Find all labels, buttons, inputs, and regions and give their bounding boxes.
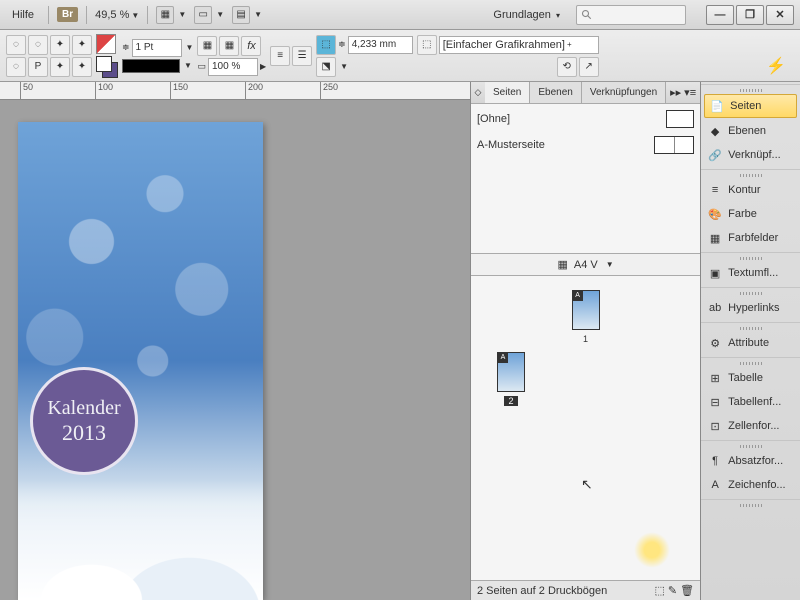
ruler-horizontal: 50 100 150 200 250 [0, 82, 470, 100]
master-none[interactable]: [Ohne] [477, 110, 694, 128]
workspace-switcher[interactable]: Grundlagen ▾ [493, 9, 560, 21]
help-menu[interactable]: Hilfe [6, 7, 40, 23]
align-icon[interactable]: ☰ [292, 46, 312, 66]
charfmt-icon: A [707, 477, 723, 493]
dock-attribute[interactable]: ⚙Attribute [701, 331, 800, 355]
dock-tabelle[interactable]: ⊞Tabelle [701, 366, 800, 390]
arrange-icon[interactable]: ▤ [232, 6, 250, 24]
expand-icon[interactable]: ▸▸ [670, 86, 681, 99]
align-icon[interactable]: ≡ [270, 46, 290, 66]
dock-farbe[interactable]: 🎨Farbe [701, 202, 800, 226]
tab-ebenen[interactable]: Ebenen [530, 82, 581, 103]
attributes-icon: ⚙ [707, 335, 723, 351]
tool-icon[interactable]: ◌ [6, 57, 26, 77]
frame-fit-icon[interactable]: ⬚ [316, 35, 336, 55]
search-input[interactable] [576, 5, 686, 25]
tool-icon[interactable]: ✦ [50, 57, 70, 77]
dock-zellenformat[interactable]: ⊡Zellenfor... [701, 414, 800, 438]
tab-verknuepfungen[interactable]: Verknüpfungen [582, 82, 666, 103]
search-icon [581, 9, 593, 21]
dock-textumfluss[interactable]: ▣Textumfl... [701, 261, 800, 285]
document-page[interactable]: Kalender 2013 [18, 122, 263, 600]
highlight-dot [634, 532, 670, 568]
view-mode-icon[interactable]: ▦ [156, 6, 174, 24]
corner-icon[interactable]: ⬔ [316, 57, 336, 77]
layers-icon: ◆ [707, 123, 723, 139]
measure-input[interactable]: 4,233 mm [348, 36, 413, 54]
tablefmt-icon: ⊟ [707, 394, 723, 410]
dock-kontur[interactable]: ≡Kontur [701, 178, 800, 202]
fx-icon[interactable]: ▦ [197, 36, 217, 56]
dock-farbfelder[interactable]: ▦Farbfelder [701, 226, 800, 250]
dock-ebenen[interactable]: ◆Ebenen [701, 119, 800, 143]
dock-seiten[interactable]: 📄Seiten [704, 94, 797, 118]
opacity-input[interactable]: 100 % [208, 58, 258, 76]
tool-icon[interactable]: ✦ [72, 35, 92, 55]
color-icon: 🎨 [707, 206, 723, 222]
fx-icon[interactable]: fx [241, 36, 261, 56]
fx-icon[interactable]: ▦ [219, 36, 239, 56]
menubar: Hilfe Br 49,5 %▼ ▦▼ ▭▼ ▤▼ Grundlagen ▾ —… [0, 0, 800, 30]
dock-zeichenformat[interactable]: AZeichenfo... [701, 473, 800, 497]
page-thumb-2[interactable]: A [497, 352, 525, 392]
pages-icon: 📄 [709, 98, 725, 114]
fill-stroke-swatch[interactable] [96, 56, 118, 78]
collapse-icon[interactable]: ◇ [471, 82, 485, 103]
stroke-icon: ≡ [707, 182, 723, 198]
panel-status: 2 Seiten auf 2 Druckbögen⬚ ✎ 🗑 [471, 580, 700, 600]
table-icon: ⊞ [707, 370, 723, 386]
misc-icon[interactable]: ⟲ [557, 57, 577, 77]
stroke-weight[interactable]: 1 Pt [132, 39, 182, 57]
pages-panel: ◇ Seiten Ebenen Verknüpfungen ▸▸▾≡ [Ohne… [470, 82, 700, 600]
cellfmt-icon: ⊡ [707, 418, 723, 434]
panel-menu-icon[interactable]: ▾≡ [684, 86, 696, 99]
stroke-style[interactable] [122, 59, 180, 73]
links-icon: 🔗 [707, 147, 723, 163]
dock-verknuepfungen[interactable]: 🔗Verknüpf... [701, 143, 800, 167]
maximize-button[interactable]: ❐ [736, 5, 764, 25]
close-button[interactable]: ✕ [766, 5, 794, 25]
page-thumb-1[interactable]: A [572, 290, 600, 330]
zoom-level[interactable]: 49,5 %▼ [95, 9, 139, 21]
tool-icon[interactable]: ✦ [72, 57, 92, 77]
bolt-icon[interactable]: ⚡ [766, 56, 786, 76]
stroke-none-icon[interactable] [96, 34, 116, 54]
bridge-button[interactable]: Br [57, 7, 78, 22]
tool-icon[interactable]: ✦ [50, 35, 70, 55]
dock-hyperlinks[interactable]: abHyperlinks [701, 296, 800, 320]
screen-mode-icon[interactable]: ▭ [194, 6, 212, 24]
swatches-icon: ▦ [707, 230, 723, 246]
dock-tabellenformat[interactable]: ⊟Tabellenf... [701, 390, 800, 414]
cursor-icon: ↖ [581, 476, 593, 493]
calendar-circle: Kalender 2013 [30, 367, 138, 475]
object-style[interactable]: [Einfacher Grafikrahmen]+ [439, 36, 599, 54]
page-label: 1 [566, 334, 606, 344]
page-label-selected: 2 [504, 396, 518, 406]
panel-dock: 📄Seiten ◆Ebenen 🔗Verknüpf... ≡Kontur 🎨Fa… [700, 82, 800, 600]
hyperlink-icon: ab [707, 300, 723, 316]
control-toolbar: ◌◌✦✦ ◌P✦✦ ≑1 Pt▼ ▼ ▦▦fx ▭100 %▶ ≡☰ ⬚≑4,2… [0, 30, 800, 82]
style-icon[interactable]: ⬚ [417, 35, 437, 55]
canvas[interactable]: 50 100 150 200 250 Kalender 2013 [0, 82, 470, 600]
master-a[interactable]: A-Musterseite [477, 136, 694, 154]
misc-icon[interactable]: ↗ [579, 57, 599, 77]
parafmt-icon: ¶ [707, 453, 723, 469]
dock-absatzformat[interactable]: ¶Absatzfor... [701, 449, 800, 473]
wrap-icon: ▣ [707, 265, 723, 281]
tool-icon[interactable]: ◌ [28, 35, 48, 55]
tool-icon[interactable]: P [28, 57, 48, 77]
minimize-button[interactable]: — [706, 5, 734, 25]
tab-seiten[interactable]: Seiten [485, 82, 530, 103]
page-size-selector[interactable]: ▦A4 V▼ [471, 254, 700, 276]
tool-icon[interactable]: ◌ [6, 35, 26, 55]
